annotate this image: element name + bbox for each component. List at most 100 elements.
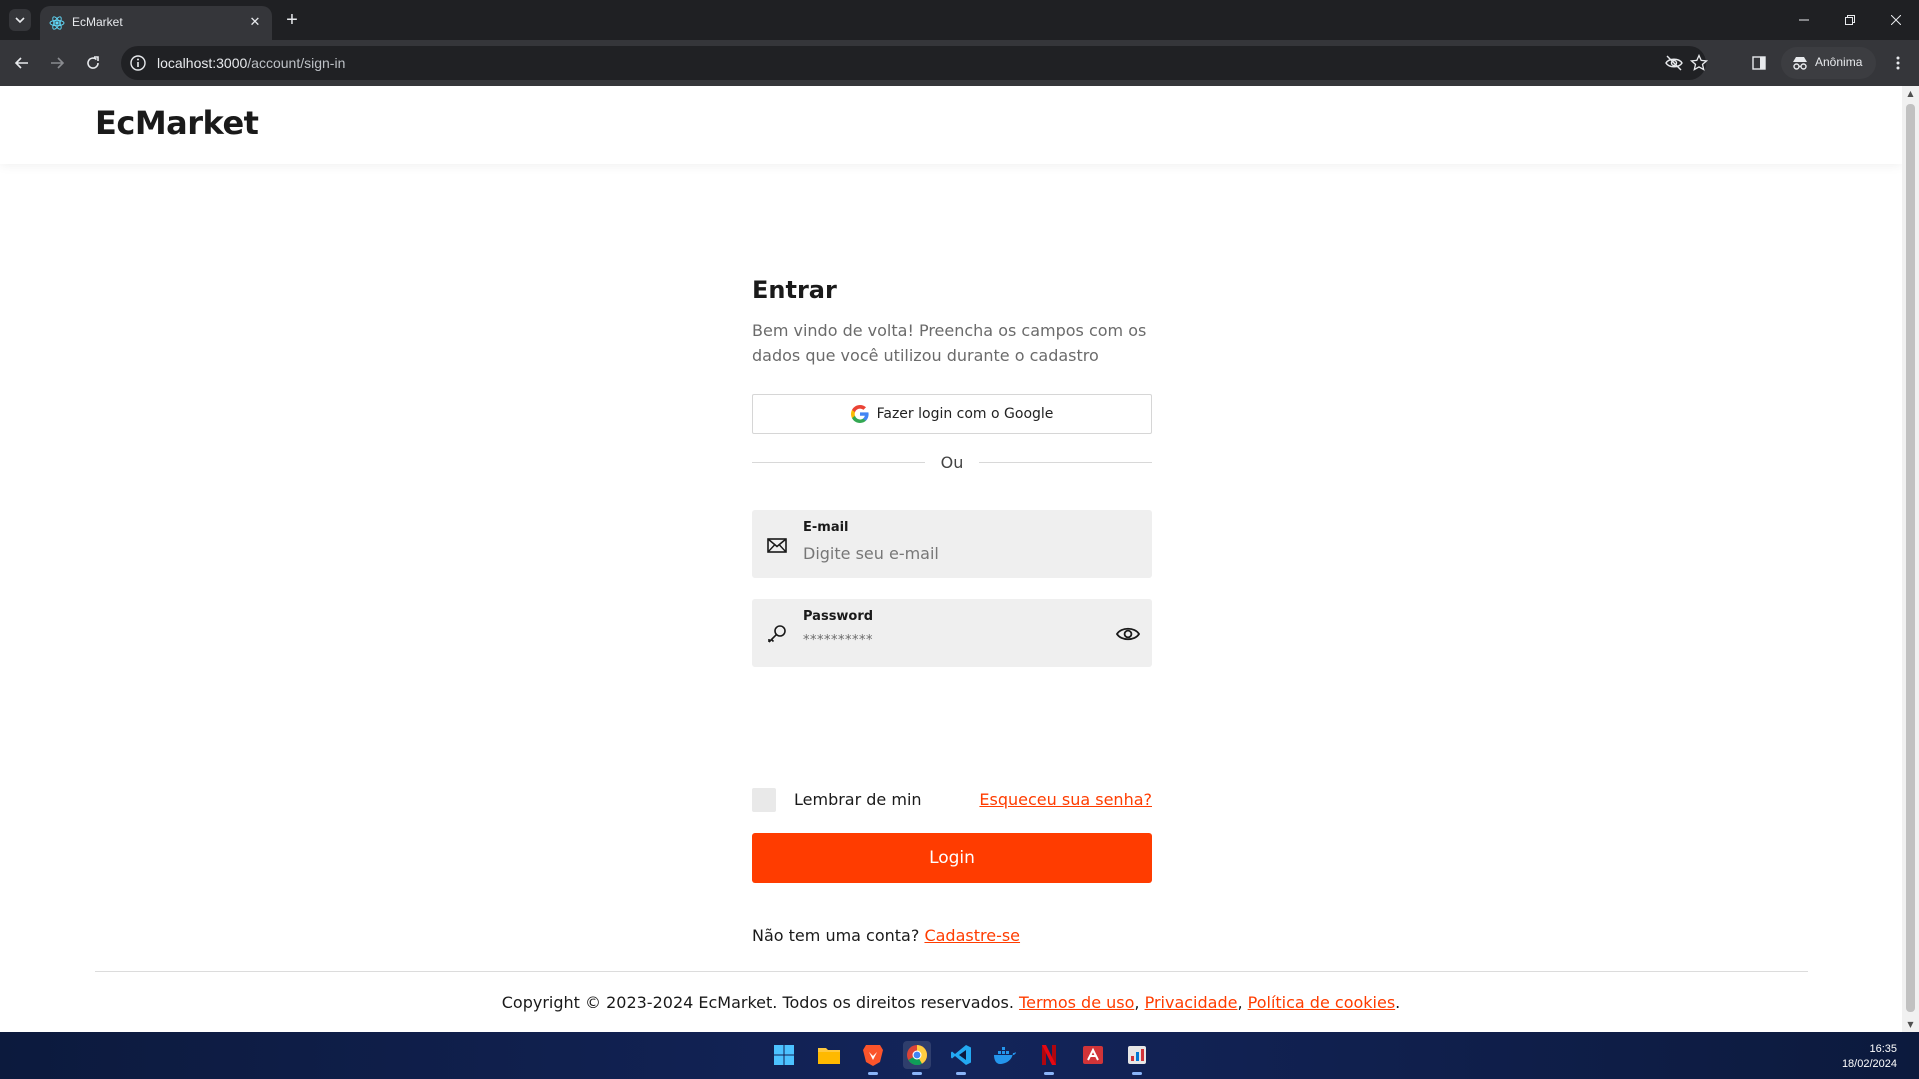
brave-browser-icon[interactable] (859, 1041, 887, 1075)
page-subtitle: Bem vindo de volta! Preencha os campos c… (752, 321, 1147, 365)
page-viewport: EcMarket Entrar Bem vindo de volta! Pree… (0, 86, 1902, 1032)
reload-icon (87, 56, 99, 69)
restore-icon (1845, 15, 1855, 25)
chrome-browser-icon[interactable] (903, 1041, 931, 1075)
arrow-left-icon (14, 57, 28, 69)
react-favicon-icon (49, 16, 65, 30)
docker-icon[interactable] (991, 1041, 1019, 1069)
office-app-icon[interactable] (1079, 1041, 1107, 1069)
copyright-text: Copyright © 2023-2024 EcMarket. Todos os… (501, 993, 1014, 1012)
scroll-down-icon[interactable]: ▼ (1906, 1020, 1915, 1029)
running-indicator (956, 1072, 966, 1075)
browser-tab[interactable]: EcMarket ✕ (40, 6, 272, 40)
docker-whale-icon (994, 1047, 1016, 1064)
running-indicator (868, 1072, 878, 1075)
page-title: Entrar (752, 276, 837, 304)
side-panel-button[interactable] (1747, 51, 1771, 75)
eye-off-icon[interactable] (1665, 54, 1683, 72)
eye-icon[interactable] (1116, 623, 1140, 645)
vscode-logo-icon (951, 1045, 971, 1065)
email-input[interactable]: Digite seu e-mail (803, 544, 939, 563)
remember-label[interactable]: Lembrar de min (794, 790, 922, 809)
scroll-up-icon[interactable]: ▲ (1906, 89, 1915, 98)
arrow-right-icon (51, 57, 65, 69)
running-indicator (1132, 1072, 1142, 1075)
signup-prompt-text: Não tem uma conta? (752, 926, 920, 945)
site-footer: Copyright © 2023-2024 EcMarket. Todos os… (0, 993, 1902, 1012)
new-tab-button[interactable]: + (281, 9, 303, 31)
url-path: /account/sign-in (247, 55, 346, 71)
footer-end: . (1395, 993, 1401, 1012)
brave-lion-icon (863, 1045, 883, 1066)
tab-search-button[interactable] (9, 9, 31, 31)
footer-separator: , (1237, 993, 1243, 1012)
incognito-profile-chip[interactable]: Anônima (1781, 47, 1876, 79)
footer-divider (95, 971, 1808, 972)
email-label: E-mail (803, 520, 849, 535)
file-explorer-icon[interactable] (815, 1041, 843, 1069)
running-indicator (912, 1072, 922, 1075)
incognito-icon (1793, 57, 1807, 70)
netflix-logo-icon (1042, 1045, 1056, 1065)
taskbar-clock[interactable]: 16:35 18/02/2024 (1842, 1042, 1897, 1072)
side-panel-icon (1752, 56, 1766, 70)
browser-menu-button[interactable] (1886, 51, 1910, 75)
divider-text: Ou (940, 453, 964, 472)
minimize-icon (1799, 19, 1809, 21)
reload-button[interactable] (81, 51, 105, 75)
email-field[interactable]: E-mail Digite seu e-mail (752, 510, 1152, 578)
footer-separator: , (1134, 993, 1140, 1012)
os-taskbar: 16:35 18/02/2024 (0, 1032, 1919, 1079)
browser-tab-strip: EcMarket ✕ + (0, 0, 1919, 40)
password-field[interactable]: Password ********** (752, 599, 1152, 667)
profile-label: Anônima (1815, 55, 1863, 69)
cookies-link[interactable]: Política de cookies (1248, 993, 1396, 1012)
address-url: localhost:3000/account/sign-in (157, 55, 345, 71)
forgot-password-link[interactable]: Esqueceu sua senha? (979, 790, 1152, 809)
windows-start-icon[interactable] (770, 1041, 798, 1069)
clock-time: 16:35 (1869, 1043, 1897, 1055)
site-info-icon[interactable] (129, 54, 147, 72)
scroll-thumb[interactable] (1906, 104, 1915, 1012)
tab-title: EcMarket (72, 15, 123, 29)
password-label: Password (803, 609, 874, 624)
close-tab-icon[interactable]: ✕ (246, 13, 264, 31)
mail-icon (767, 538, 787, 553)
forward-button[interactable] (45, 51, 69, 75)
task-manager-logo-icon (1128, 1046, 1146, 1064)
login-button[interactable]: Login (752, 833, 1152, 883)
windows-logo-icon (774, 1045, 794, 1065)
bookmark-star-icon[interactable] (1690, 54, 1708, 72)
page-scrollbar[interactable]: ▲ ▼ (1902, 86, 1919, 1032)
task-manager-icon[interactable] (1123, 1041, 1151, 1075)
running-indicator (1044, 1072, 1054, 1075)
brand-logo[interactable]: EcMarket (95, 104, 259, 142)
back-button[interactable] (10, 51, 34, 75)
google-login-label: Fazer login com o Google (876, 406, 1054, 422)
clock-date: 18/02/2024 (1841, 1058, 1897, 1070)
signup-prompt: Não tem uma conta? Cadastre-se (752, 926, 1020, 945)
restore-window-button[interactable] (1827, 0, 1873, 40)
key-icon (768, 625, 786, 643)
terms-link[interactable]: Termos de uso (1019, 993, 1134, 1012)
google-login-button[interactable]: Fazer login com o Google (752, 394, 1152, 434)
url-host: localhost:3000 (157, 55, 248, 71)
privacy-link[interactable]: Privacidade (1145, 993, 1238, 1012)
vscode-icon[interactable] (947, 1041, 975, 1075)
office-logo-icon (1083, 1046, 1103, 1064)
password-input[interactable]: ********** (803, 633, 873, 648)
close-icon (1891, 15, 1901, 25)
close-window-button[interactable] (1873, 0, 1919, 40)
remember-checkbox[interactable] (752, 788, 776, 812)
signup-link[interactable]: Cadastre-se (924, 926, 1020, 945)
chevron-down-icon (15, 17, 25, 24)
folder-icon (818, 1048, 840, 1064)
google-icon (850, 405, 869, 423)
chrome-logo-icon (907, 1045, 928, 1066)
remember-row: Lembrar de min Esqueceu sua senha? (752, 788, 1152, 812)
address-bar[interactable]: localhost:3000/account/sign-in (121, 46, 1708, 80)
or-divider: Ou (752, 452, 1152, 472)
site-header: EcMarket (0, 86, 1902, 164)
netflix-icon[interactable] (1035, 1041, 1063, 1075)
minimize-window-button[interactable] (1781, 0, 1827, 40)
